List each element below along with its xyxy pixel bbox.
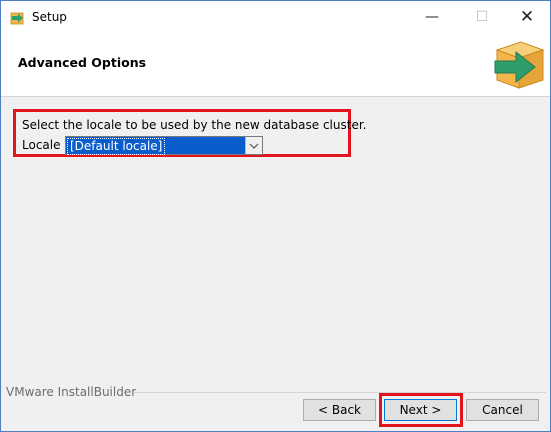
locale-selected-value: [Default locale] (67, 138, 166, 155)
next-button[interactable]: Next > (384, 399, 457, 421)
footer-divider (134, 392, 546, 393)
setup-window: Setup — ☐ ✕ Advanced Options Select the … (0, 0, 551, 432)
chevron-down-icon[interactable] (245, 137, 262, 154)
installer-brand: VMware InstallBuilder (6, 385, 137, 399)
title-bar: Setup — ☐ ✕ (1, 1, 550, 32)
installer-box-icon (10, 12, 24, 24)
locale-select[interactable]: [Default locale] (65, 136, 263, 155)
minimize-button[interactable]: — (409, 1, 455, 32)
maximize-button[interactable]: ☐ (459, 1, 505, 32)
page-title: Advanced Options (18, 55, 147, 70)
back-button[interactable]: < Back (303, 399, 376, 421)
window-title: Setup (32, 9, 67, 24)
locale-label: Locale (22, 138, 61, 152)
cancel-button[interactable]: Cancel (466, 399, 539, 421)
wizard-content: Select the locale to be used by the new … (1, 97, 550, 377)
close-button[interactable]: ✕ (504, 1, 550, 32)
installer-logo-icon (494, 41, 545, 89)
wizard-header: Advanced Options (1, 32, 550, 96)
locale-prompt: Select the locale to be used by the new … (22, 118, 367, 132)
